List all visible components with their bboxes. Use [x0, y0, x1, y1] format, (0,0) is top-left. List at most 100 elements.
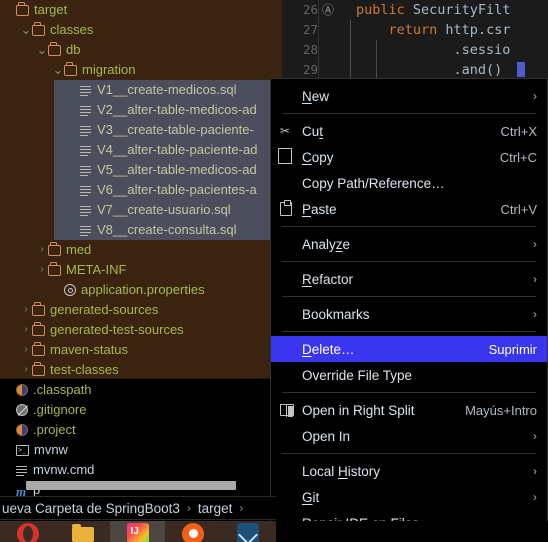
menu-item-paste[interactable]: Paste Ctrl+V	[271, 196, 547, 222]
menu-item-analyze[interactable]: Analyze ›	[271, 231, 547, 257]
tree-row[interactable]: › generated-sources	[0, 300, 276, 320]
intellij-icon[interactable]	[126, 522, 149, 542]
chevron-down-icon[interactable]: ⌄	[52, 60, 64, 80]
breadcrumb-chevron-right-icon: ›	[186, 501, 191, 515]
menu-item-cut[interactable]: ✂ Cut Ctrl+X	[271, 118, 547, 144]
tree-row[interactable]: ⌄ migration	[0, 60, 276, 80]
menu-item-bookmarks[interactable]: Bookmarks ›	[271, 301, 547, 327]
cut-icon: ✂	[280, 123, 291, 138]
menu-item-shortcut: Ctrl+C	[499, 149, 537, 165]
code-editor[interactable]: 26 Ⓐpublic SecurityFilt 27 return http.csr…	[274, 0, 548, 80]
tree-row-label: V7__create-usuario.sql	[97, 202, 231, 217]
editor-caret	[517, 62, 525, 77]
menu-item-label: Refactor	[302, 271, 354, 287]
menu-item-delete[interactable]: Delete… Suprimir	[271, 336, 547, 362]
tree-row[interactable]: .project	[0, 420, 276, 440]
breadcrumb-segment[interactable]: ueva Carpeta de SpringBoot3	[2, 501, 180, 516]
tree-row-label: META-INF	[66, 262, 127, 277]
code-text: return http.csr	[388, 22, 511, 38]
code-line: 28 .sessio	[274, 40, 548, 60]
menu-item-open-in[interactable]: Open In ›	[271, 423, 547, 449]
menu-item-git[interactable]: Git ›	[271, 484, 547, 510]
tree-row[interactable]: application.properties	[0, 280, 276, 300]
tree-row[interactable]: V5__alter-table-medicos-ad	[0, 160, 276, 180]
chevron-down-icon[interactable]: ⌄	[36, 40, 48, 60]
tree-row[interactable]: V4__alter-table-paciente-ad	[0, 140, 276, 160]
submenu-chevron-right-icon: ›	[533, 89, 537, 103]
sql-file-icon	[80, 184, 92, 197]
tree-row[interactable]: ⌄ classes	[0, 20, 276, 40]
tree-row[interactable]: › med	[0, 240, 276, 260]
project-tree[interactable]: target ⌄ classes ⌄ db ⌄ migration V1__create-me…	[0, 0, 276, 497]
taskbar-slot[interactable]	[165, 521, 220, 542]
tree-row[interactable]: V6__alter-table-pacientes-a	[0, 180, 276, 200]
taskbar-slot[interactable]	[0, 521, 55, 542]
menu-item-copy[interactable]: Copy Ctrl+C	[271, 144, 547, 170]
tree-row[interactable]: V3__create-table-paciente-	[0, 120, 276, 140]
tree-row[interactable]: .gitignore	[0, 400, 276, 420]
chevron-right-icon[interactable]: ›	[20, 320, 32, 340]
folder-icon	[32, 342, 45, 356]
tool-icon[interactable]	[236, 522, 259, 542]
sql-file-icon	[80, 224, 92, 237]
tree-row[interactable]: >_ mvnw	[0, 440, 276, 460]
menu-separator	[282, 331, 536, 332]
sql-file-icon	[80, 84, 92, 97]
tree-row-label: mvnw.cmd	[33, 462, 95, 477]
eclipse-file-icon	[16, 424, 28, 436]
tree-row[interactable]: › test-classes	[0, 360, 276, 380]
code-text: .sessio	[356, 42, 511, 58]
chevron-right-icon[interactable]: ›	[20, 340, 32, 360]
menu-item-shortcut: Mayús+Intro	[465, 402, 537, 418]
tree-row[interactable]: › generated-test-sources	[0, 320, 276, 340]
breadcrumb-segment[interactable]: target	[198, 501, 233, 516]
taskbar[interactable]	[0, 521, 276, 542]
menu-item-copy-path-reference[interactable]: Copy Path/Reference…	[271, 170, 547, 196]
chevron-right-icon[interactable]: ›	[20, 360, 32, 380]
tree-row-label: .project	[33, 422, 76, 437]
context-menu[interactable]: New › ✂ Cut Ctrl+X Copy Ctrl+C Copy Path/Refere…	[270, 78, 548, 542]
chevron-down-icon[interactable]: ⌄	[20, 20, 32, 40]
tree-row-list[interactable]: target ⌄ classes ⌄ db ⌄ migration V1__create-me…	[0, 0, 276, 497]
menu-item-new[interactable]: New ›	[271, 83, 547, 109]
tree-row[interactable]: › META-INF	[0, 260, 276, 280]
chevron-right-icon[interactable]: ›	[20, 300, 32, 320]
tree-row[interactable]: V1__create-medicos.sql	[0, 80, 276, 100]
text-file-icon	[16, 464, 28, 477]
tree-row[interactable]: target	[0, 0, 276, 20]
tree-row[interactable]: V8__create-consulta.sql	[0, 220, 276, 240]
tree-horizontal-scrollbar[interactable]	[26, 481, 236, 490]
menu-item-icon-slot	[280, 404, 302, 417]
explorer-icon[interactable]	[71, 524, 94, 542]
menu-item-refactor[interactable]: Refactor ›	[271, 266, 547, 292]
taskbar-slot[interactable]	[220, 521, 275, 542]
tree-row[interactable]: V2__alter-table-medicos-ad	[0, 100, 276, 120]
tree-row[interactable]: V7__create-usuario.sql	[0, 200, 276, 220]
menu-item-local-history[interactable]: Local History ›	[271, 458, 547, 484]
tree-row[interactable]: ⌄ db	[0, 40, 276, 60]
menu-item-open-in-right-split[interactable]: Open in Right Split Mayús+Intro	[271, 397, 547, 423]
menu-item-override-file-type[interactable]: Override File Type	[271, 362, 547, 388]
breadcrumb[interactable]: ueva Carpeta de SpringBoot3 › target ›	[0, 496, 276, 520]
tree-row[interactable]: mvnw.cmd	[0, 460, 276, 480]
chevron-right-icon[interactable]: ›	[36, 260, 48, 280]
folder-icon	[32, 22, 45, 36]
browser-icon[interactable]	[181, 522, 204, 542]
sql-file-icon	[80, 144, 92, 157]
tree-row-label: V3__create-table-paciente-	[97, 122, 254, 137]
chevron-right-icon[interactable]: ›	[36, 240, 48, 260]
folder-icon	[48, 262, 61, 276]
copy-icon	[278, 148, 292, 164]
opera-icon[interactable]	[16, 522, 39, 542]
taskbar-slot[interactable]	[110, 521, 165, 542]
menu-item-label: Local History	[302, 463, 381, 479]
taskbar-slot[interactable]	[55, 521, 110, 542]
folder-icon	[64, 62, 77, 76]
eclipse-file-icon	[16, 384, 28, 396]
tree-row[interactable]: .classpath	[0, 380, 276, 400]
tree-row-label: .gitignore	[33, 402, 87, 417]
line-number: 28	[302, 42, 318, 57]
annotation-gutter-icon[interactable]: Ⓐ	[322, 0, 334, 20]
sql-file-icon	[80, 204, 92, 217]
tree-row[interactable]: › maven-status	[0, 340, 276, 360]
